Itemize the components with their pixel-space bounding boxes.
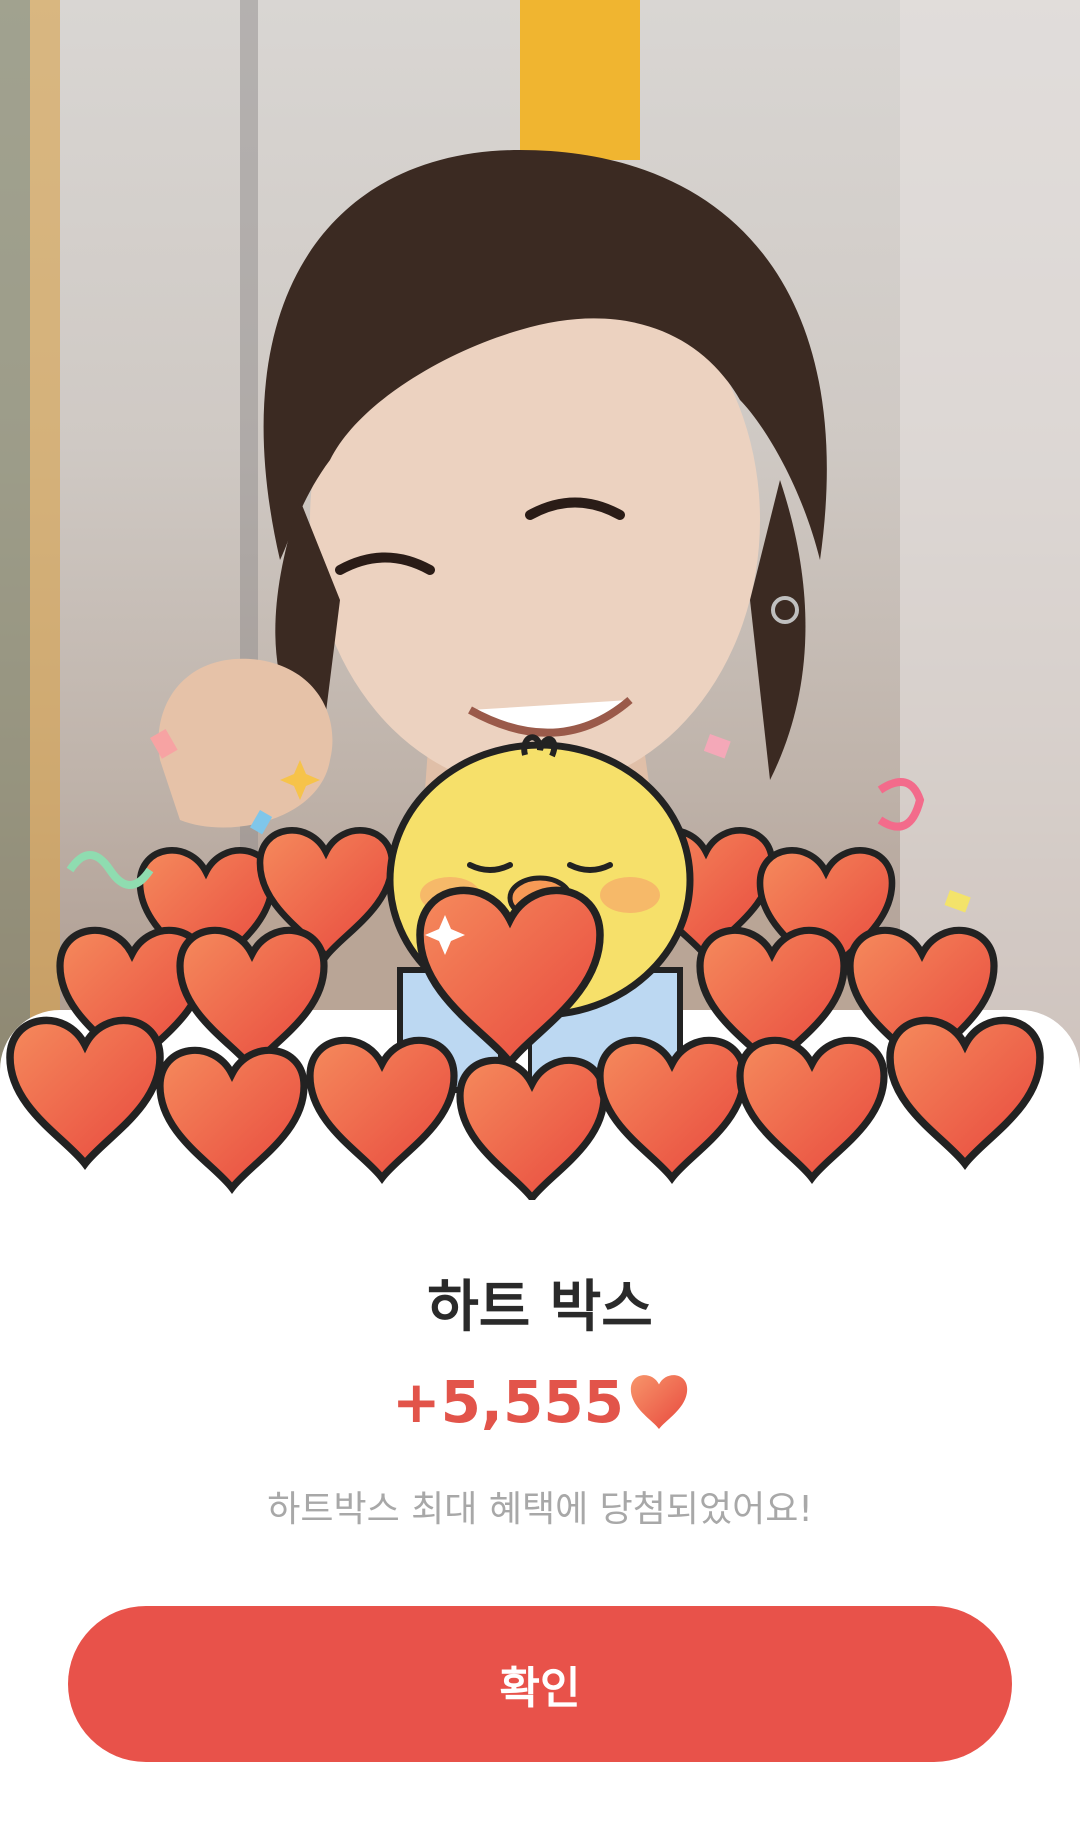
confirm-button-label: 확인 bbox=[499, 1664, 581, 1713]
confirm-button[interactable]: 확인 bbox=[68, 1606, 1012, 1762]
reward-title: 하트 박스 bbox=[427, 1275, 653, 1340]
reward-amount-row: +5,555 bbox=[0, 1368, 1080, 1436]
heart-icon bbox=[630, 1375, 688, 1429]
heart-pile-illustration bbox=[0, 729, 1080, 1200]
reward-amount: +5,555 bbox=[391, 1368, 625, 1436]
reward-message: 하트박스 최대 혜택에 당첨되었어요! bbox=[267, 1489, 813, 1530]
